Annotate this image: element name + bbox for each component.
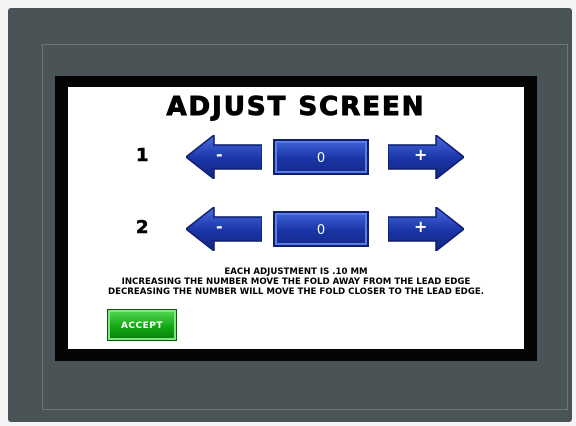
adjustment-info: EACH ADJUSTMENT IS .10 MM INCREASING THE… xyxy=(68,267,524,297)
screen-frame: ADJUST SCREEN 1 - 0 + 2 - 0 + EACH ADJUS… xyxy=(55,76,537,361)
left-arrow-icon xyxy=(186,207,262,251)
minus-sign: - xyxy=(216,217,223,236)
hmi-screen: ADJUST SCREEN 1 - 0 + 2 - 0 + EACH ADJUS… xyxy=(68,87,524,349)
row-1-decrement-button[interactable]: - xyxy=(186,135,262,179)
page-title: ADJUST SCREEN xyxy=(166,92,426,123)
accept-button[interactable]: ACCEPT xyxy=(107,309,177,341)
row-1-label: 1 xyxy=(136,145,149,167)
left-arrow-icon xyxy=(186,135,262,179)
row-2-label: 2 xyxy=(136,217,149,239)
minus-sign: - xyxy=(216,145,223,164)
info-line: DECREASING THE NUMBER WILL MOVE THE FOLD… xyxy=(107,287,485,297)
plus-sign: + xyxy=(414,217,428,236)
row-1-value-field[interactable]: 0 xyxy=(273,139,369,175)
plus-sign: + xyxy=(414,145,428,164)
row-1-increment-button[interactable]: + xyxy=(388,135,464,179)
row-2-decrement-button[interactable]: - xyxy=(186,207,262,251)
info-line: INCREASING THE NUMBER MOVE THE FOLD AWAY… xyxy=(121,277,471,287)
row-2-value-field[interactable]: 0 xyxy=(273,211,369,247)
info-line: EACH ADJUSTMENT IS .10 MM xyxy=(224,267,368,277)
row-2-increment-button[interactable]: + xyxy=(388,207,464,251)
